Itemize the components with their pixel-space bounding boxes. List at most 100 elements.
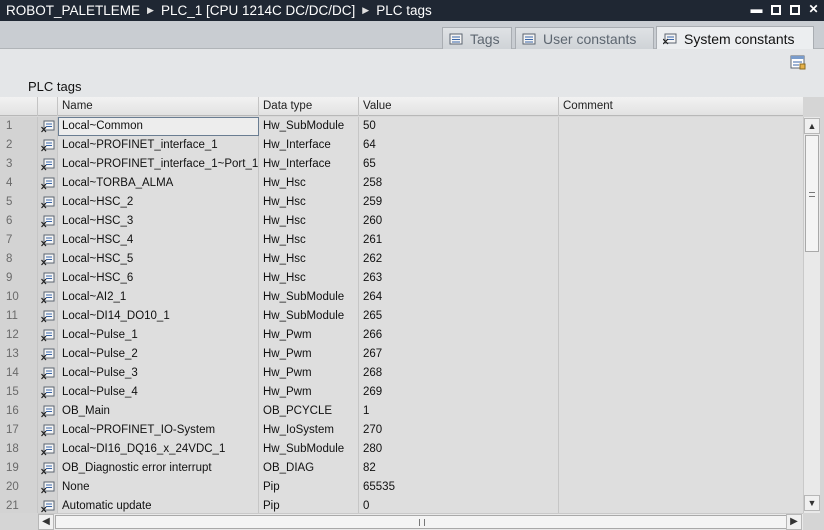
row-number[interactable]: 1 <box>0 117 38 136</box>
table-row[interactable]: 18 Local~DI16_DQ16_x_24VDC_1 Hw_SubModule 2… <box>0 440 803 459</box>
row-number[interactable]: 12 <box>0 326 38 345</box>
tab-tags[interactable]: Tags <box>442 27 512 49</box>
horizontal-scrollbar[interactable]: ◀ ▶ <box>38 513 803 530</box>
tab-system-constants[interactable]: System constants <box>656 26 814 50</box>
comment-cell[interactable] <box>559 174 803 193</box>
comment-cell[interactable] <box>559 402 803 421</box>
vertical-scrollbar[interactable]: ▲ ▼ <box>803 117 820 513</box>
table-row[interactable]: 20 None Pip 65535 <box>0 478 803 497</box>
table-row[interactable]: 7 Local~HSC_4 Hw_Hsc 261 <box>0 231 803 250</box>
value-cell[interactable]: 263 <box>359 269 559 288</box>
data-type-cell[interactable]: Hw_Hsc <box>259 212 359 231</box>
table-row[interactable]: 15 Local~Pulse_4 Hw_Pwm 269 <box>0 383 803 402</box>
value-cell[interactable]: 64 <box>359 136 559 155</box>
row-number[interactable]: 13 <box>0 345 38 364</box>
table-row[interactable]: 8 Local~HSC_5 Hw_Hsc 262 <box>0 250 803 269</box>
column-header-data-type[interactable]: Data type <box>259 97 359 116</box>
vertical-scroll-thumb[interactable] <box>805 135 819 252</box>
table-row[interactable]: 4 Local~TORBA_ALMA Hw_Hsc 258 <box>0 174 803 193</box>
row-number[interactable]: 17 <box>0 421 38 440</box>
row-number[interactable]: 11 <box>0 307 38 326</box>
value-cell[interactable]: 266 <box>359 326 559 345</box>
name-cell[interactable]: Local~PROFINET_interface_1 <box>58 136 259 155</box>
data-type-cell[interactable]: OB_DIAG <box>259 459 359 478</box>
scroll-right-icon[interactable]: ▶ <box>786 514 802 530</box>
row-number[interactable]: 7 <box>0 231 38 250</box>
table-row[interactable]: 17 Local~PROFINET_IO-System Hw_IoSystem 270 <box>0 421 803 440</box>
data-type-cell[interactable]: Hw_SubModule <box>259 307 359 326</box>
data-type-cell[interactable]: OB_PCYCLE <box>259 402 359 421</box>
data-type-cell[interactable]: Hw_SubModule <box>259 117 359 136</box>
data-type-cell[interactable]: Hw_Interface <box>259 136 359 155</box>
scroll-left-icon[interactable]: ◀ <box>38 514 54 530</box>
scroll-up-icon[interactable]: ▲ <box>804 118 820 134</box>
value-cell[interactable]: 262 <box>359 250 559 269</box>
name-cell[interactable]: Local~DI14_DO10_1 <box>58 307 259 326</box>
value-cell[interactable]: 82 <box>359 459 559 478</box>
name-cell[interactable]: Local~HSC_5 <box>58 250 259 269</box>
name-cell[interactable]: Local~PROFINET_interface_1~Port_1 <box>58 155 259 174</box>
value-cell[interactable]: 265 <box>359 307 559 326</box>
table-row[interactable]: 19 OB_Diagnostic error interrupt OB_DIAG 82 <box>0 459 803 478</box>
column-header-number[interactable] <box>0 97 38 116</box>
comment-cell[interactable] <box>559 383 803 402</box>
row-number[interactable]: 21 <box>0 497 38 513</box>
comment-cell[interactable] <box>559 212 803 231</box>
name-cell[interactable]: Local~Pulse_1 <box>58 326 259 345</box>
row-number[interactable]: 19 <box>0 459 38 478</box>
close-icon[interactable]: ✕ <box>807 2 820 17</box>
row-number[interactable]: 20 <box>0 478 38 497</box>
data-type-cell[interactable]: Hw_Pwm <box>259 345 359 364</box>
row-number[interactable]: 10 <box>0 288 38 307</box>
comment-cell[interactable] <box>559 193 803 212</box>
name-cell[interactable]: None <box>58 478 259 497</box>
data-type-cell[interactable]: Hw_Pwm <box>259 364 359 383</box>
data-type-cell[interactable]: Hw_Pwm <box>259 326 359 345</box>
row-number[interactable]: 18 <box>0 440 38 459</box>
value-cell[interactable]: 268 <box>359 364 559 383</box>
table-row[interactable]: 5 Local~HSC_2 Hw_Hsc 259 <box>0 193 803 212</box>
comment-cell[interactable] <box>559 117 803 136</box>
table-row[interactable]: 12 Local~Pulse_1 Hw_Pwm 266 <box>0 326 803 345</box>
name-cell[interactable]: Local~Pulse_3 <box>58 364 259 383</box>
comment-cell[interactable] <box>559 440 803 459</box>
value-cell[interactable]: 0 <box>359 497 559 513</box>
value-cell[interactable]: 259 <box>359 193 559 212</box>
value-cell[interactable]: 267 <box>359 345 559 364</box>
column-header-icon[interactable] <box>38 97 58 116</box>
name-cell[interactable]: Local~HSC_6 <box>58 269 259 288</box>
value-cell[interactable]: 270 <box>359 421 559 440</box>
comment-cell[interactable] <box>559 345 803 364</box>
row-number[interactable]: 6 <box>0 212 38 231</box>
row-number[interactable]: 4 <box>0 174 38 193</box>
value-cell[interactable]: 1 <box>359 402 559 421</box>
value-cell[interactable]: 280 <box>359 440 559 459</box>
data-type-cell[interactable]: Hw_Pwm <box>259 383 359 402</box>
row-number[interactable]: 9 <box>0 269 38 288</box>
comment-cell[interactable] <box>559 250 803 269</box>
name-cell[interactable]: Local~PROFINET_IO-System <box>58 421 259 440</box>
table-row[interactable]: 13 Local~Pulse_2 Hw_Pwm 267 <box>0 345 803 364</box>
name-cell[interactable]: Local~Pulse_2 <box>58 345 259 364</box>
value-cell[interactable]: 261 <box>359 231 559 250</box>
value-cell[interactable]: 260 <box>359 212 559 231</box>
table-row[interactable]: 16 OB_Main OB_PCYCLE 1 <box>0 402 803 421</box>
name-cell[interactable]: OB_Main <box>58 402 259 421</box>
name-cell[interactable]: Local~Pulse_4 <box>58 383 259 402</box>
column-header-name[interactable]: Name <box>58 97 259 116</box>
table-row[interactable]: 11 Local~DI14_DO10_1 Hw_SubModule 265 <box>0 307 803 326</box>
table-row[interactable]: 6 Local~HSC_3 Hw_Hsc 260 <box>0 212 803 231</box>
comment-cell[interactable] <box>559 288 803 307</box>
name-cell[interactable]: Local~HSC_3 <box>58 212 259 231</box>
name-cell[interactable]: Automatic update <box>58 497 259 513</box>
column-header-comment[interactable]: Comment <box>559 97 803 116</box>
value-cell[interactable]: 264 <box>359 288 559 307</box>
row-number[interactable]: 5 <box>0 193 38 212</box>
comment-cell[interactable] <box>559 497 803 513</box>
name-cell[interactable]: Local~HSC_2 <box>58 193 259 212</box>
maximize-icon[interactable] <box>788 2 801 17</box>
data-type-cell[interactable]: Hw_SubModule <box>259 288 359 307</box>
row-number[interactable]: 2 <box>0 136 38 155</box>
comment-cell[interactable] <box>559 364 803 383</box>
row-number[interactable]: 8 <box>0 250 38 269</box>
